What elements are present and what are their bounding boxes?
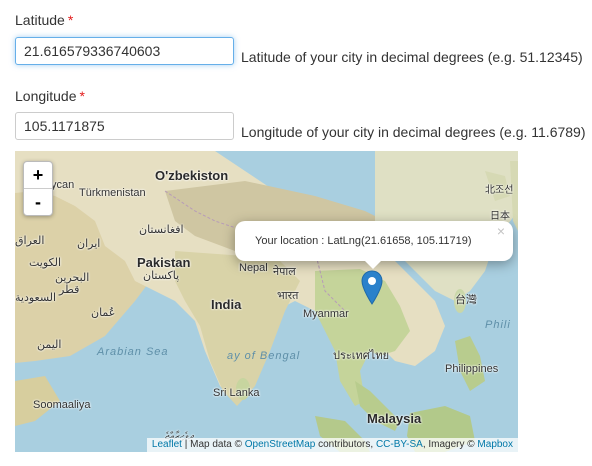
map-label-korea: 北조선: [485, 185, 514, 196]
location-map[interactable]: O'zbekiston Türkmenistan ycan افغانستان …: [15, 151, 518, 452]
map-label-arabian-sea: Arabian Sea: [97, 346, 169, 358]
required-asterisk: *: [79, 88, 85, 104]
map-label-uzbekistan: O'zbekiston: [155, 168, 229, 183]
attribution-text-1: | Map data ©: [181, 439, 245, 450]
map-label-kuwait: الكويت: [29, 257, 62, 269]
map-attribution: Leaflet | Map data © OpenStreetMap contr…: [146, 438, 518, 452]
map-label-phili: Phili: [485, 319, 511, 331]
map-label-india: India: [211, 297, 242, 312]
map-label-caspian: ycan: [51, 179, 75, 191]
zoom-in-button[interactable]: +: [24, 162, 52, 189]
zoom-control: + -: [23, 161, 53, 216]
latitude-input[interactable]: [15, 37, 234, 65]
map-label-nepal-local: नेपाल: [273, 266, 296, 278]
attribution-text-3: , Imagery ©: [422, 439, 478, 450]
map-label-pakistan: Pakistan: [137, 255, 191, 270]
longitude-label-text: Longitude: [15, 88, 77, 104]
required-asterisk: *: [67, 12, 74, 28]
attribution-text-2: contributors,: [315, 439, 376, 450]
leaflet-link[interactable]: Leaflet: [152, 439, 182, 450]
map-label-bay-of-bengal: ay of Bengal: [227, 350, 301, 362]
map-label-malaysia: Malaysia: [367, 411, 422, 426]
openstreetmap-link[interactable]: OpenStreetMap: [245, 439, 316, 450]
map-label-iraq: العراق: [15, 235, 45, 247]
map-label-iran: ایران: [77, 238, 101, 250]
longitude-input[interactable]: [15, 112, 234, 140]
map-label-taiwan: 台灣: [455, 294, 477, 306]
popup-close-button[interactable]: ×: [497, 223, 505, 239]
popup-tip: [363, 259, 383, 269]
latitude-label: Latitude *: [15, 12, 73, 28]
location-popup: Your location : LatLng(21.61658, 105.117…: [235, 221, 513, 269]
map-label-qatar: قطر: [59, 284, 80, 296]
map-label-nepal: Nepal: [239, 262, 268, 274]
location-marker-icon[interactable]: [361, 270, 383, 306]
longitude-help-text: Longitude of your city in decimal degree…: [241, 124, 586, 140]
mapbox-link[interactable]: Mapbox: [477, 439, 513, 450]
map-label-saudi: السعودية: [15, 292, 57, 304]
zoom-out-button[interactable]: -: [24, 189, 52, 215]
longitude-label: Longitude *: [15, 88, 85, 104]
map-label-sri-lanka: Sri Lanka: [213, 387, 260, 399]
map-label-turkmenistan: Türkmenistan: [79, 187, 146, 199]
map-label-japan: 日本: [490, 211, 510, 222]
popup-text: Your location : LatLng(21.61658, 105.117…: [255, 235, 472, 247]
map-label-myanmar: Myanmar: [303, 308, 349, 320]
map-label-oman: عُمان: [91, 307, 116, 319]
map-label-bhutan: भारत: [277, 290, 299, 302]
map-label-somalia: Soomaaliya: [33, 399, 91, 411]
map-label-yemen: اليمن: [37, 339, 62, 351]
license-link[interactable]: CC-BY-SA: [376, 439, 423, 450]
latitude-help-text: Latitude of your city in decimal degrees…: [241, 49, 583, 65]
map-label-thailand: ประเทศไทย: [333, 350, 390, 362]
map-label-pakistan-ur: پاکستان: [143, 270, 180, 282]
map-label-afghanistan: افغانستان: [139, 224, 184, 236]
latitude-label-text: Latitude: [15, 12, 65, 28]
map-label-philippines: Philippines: [445, 363, 499, 375]
